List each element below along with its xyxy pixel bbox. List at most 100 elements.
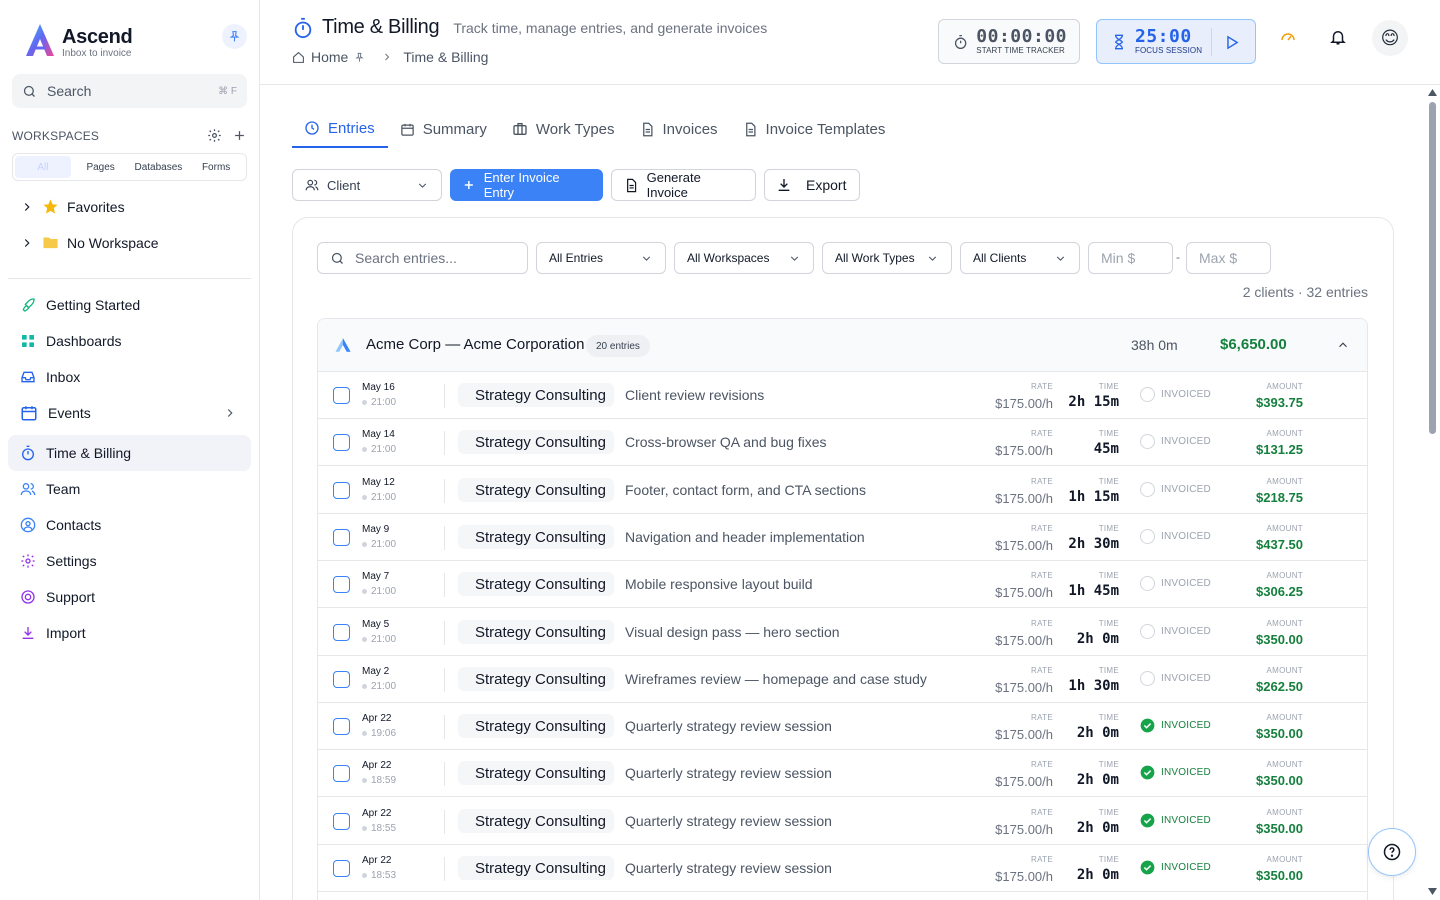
row-checkbox[interactable]: [333, 387, 350, 404]
table-row[interactable]: Apr 22 18:59 Strategy Consulting Quarterly …: [318, 750, 1367, 797]
focus-session-widget[interactable]: 25:00 FOCUS SESSION: [1096, 19, 1256, 64]
tab-invoices[interactable]: Invoices: [628, 110, 731, 148]
work-type-chip[interactable]: Strategy Consulting: [458, 478, 614, 502]
work-type-chip[interactable]: Strategy Consulting: [458, 667, 614, 691]
row-checkbox[interactable]: [333, 529, 350, 546]
table-row[interactable]: May 5 21:00 Strategy Consulting Visual desi…: [318, 609, 1367, 656]
entries-filter-select[interactable]: All Entries: [536, 242, 666, 274]
tab-entries[interactable]: Entries: [292, 110, 388, 148]
table-row[interactable]: May 16 21:00 Strategy Consulting Client rev…: [318, 372, 1367, 419]
nav-item-getting-started[interactable]: Getting Started: [8, 287, 251, 323]
brand[interactable]: Ascend Inbox to invoice: [24, 22, 133, 63]
sidebar-search[interactable]: Search ⌘ F: [12, 74, 247, 108]
min-amount-input[interactable]: Min $: [1088, 242, 1173, 274]
work-type-chip[interactable]: Strategy Consulting: [458, 714, 614, 738]
generate-invoice-button[interactable]: Generate Invoice: [611, 169, 756, 201]
filter-tab-forms[interactable]: Forms: [188, 156, 244, 178]
pin-sidebar-button[interactable]: [222, 24, 247, 49]
tree-item-no-workspace[interactable]: No Workspace: [20, 234, 159, 251]
help-button[interactable]: [1368, 828, 1416, 876]
page-title: Time & Billing: [322, 16, 440, 38]
play-icon[interactable]: [1223, 34, 1240, 51]
invoiced-status[interactable]: INVOICED: [1140, 576, 1211, 591]
row-checkbox[interactable]: [333, 718, 350, 735]
table-row[interactable]: Apr 22 18:53 Strategy Consulting Quarterly …: [318, 845, 1367, 892]
nav-item-import[interactable]: Import: [8, 615, 251, 651]
range-dash: -: [1176, 250, 1180, 264]
filter-tab-all[interactable]: All: [15, 156, 71, 178]
table-row[interactable]: May 7 21:00 Strategy Consulting Mobile resp…: [318, 561, 1367, 608]
invoiced-status[interactable]: INVOICED: [1140, 482, 1211, 497]
invoiced-status[interactable]: INVOICED: [1140, 860, 1211, 875]
filter-tab-pages[interactable]: Pages: [73, 156, 129, 178]
row-checkbox[interactable]: [333, 434, 350, 451]
table-row[interactable]: May 12 21:00 Strategy Consulting Footer, co…: [318, 467, 1367, 514]
work-type-chip[interactable]: Strategy Consulting: [458, 430, 614, 454]
work-type-chip[interactable]: Strategy Consulting: [458, 525, 614, 549]
workspace-settings-button[interactable]: [207, 128, 222, 143]
tab-invoice-templates[interactable]: Invoice Templates: [731, 110, 899, 148]
nav-item-dashboards[interactable]: Dashboards: [8, 323, 251, 359]
invoiced-status[interactable]: INVOICED: [1140, 387, 1211, 402]
nav-item-contacts[interactable]: Contacts: [8, 507, 251, 543]
nav-item-inbox[interactable]: Inbox: [8, 359, 251, 395]
export-button[interactable]: Export: [764, 169, 860, 201]
max-amount-input[interactable]: Max $: [1186, 242, 1271, 274]
table-row[interactable]: Apr 22 19:06 Strategy Consulting Quarterly …: [318, 703, 1367, 750]
gauge-icon[interactable]: [1279, 28, 1297, 46]
tab-work-types[interactable]: Work Types: [500, 110, 628, 148]
search-entries-input[interactable]: Search entries...: [317, 242, 528, 274]
nav-item-settings[interactable]: Settings: [8, 543, 251, 579]
nav-item-team[interactable]: Team: [8, 471, 251, 507]
clients-filter-select[interactable]: All Clients: [960, 242, 1080, 274]
row-checkbox[interactable]: [333, 860, 350, 877]
row-checkbox[interactable]: [333, 576, 350, 593]
work-type-chip[interactable]: Strategy Consulting: [458, 572, 614, 596]
invoiced-status[interactable]: INVOICED: [1140, 718, 1211, 733]
nav-item-time-billing[interactable]: Time & Billing: [8, 435, 251, 471]
table-row[interactable]: May 2 21:00 Strategy Consulting Wireframes …: [318, 656, 1367, 703]
grid-icon: [22, 335, 34, 347]
work-type-chip[interactable]: Strategy Consulting: [458, 383, 614, 407]
table-row[interactable]: May 9 21:00 Strategy Consulting Navigation …: [318, 514, 1367, 561]
bell-icon[interactable]: [1329, 28, 1347, 46]
scroll-up-icon[interactable]: [1428, 89, 1437, 96]
scroll-down-icon[interactable]: [1428, 888, 1437, 895]
nav-item-support[interactable]: Support: [8, 579, 251, 615]
enter-invoice-entry-button[interactable]: Enter Invoice Entry: [450, 169, 603, 201]
avatar[interactable]: 😊: [1372, 20, 1408, 56]
nav-item-events[interactable]: Events: [8, 395, 251, 431]
client-select[interactable]: Client: [292, 169, 442, 201]
start-time-tracker-button[interactable]: 00:00:00 START TIME TRACKER: [938, 19, 1080, 64]
workspaces-filter-select[interactable]: All Workspaces: [674, 242, 814, 274]
row-checkbox[interactable]: [333, 624, 350, 641]
table-row[interactable]: May 14 21:00 Strategy Consulting Cross-brow…: [318, 419, 1367, 466]
tree-item-favorites[interactable]: Favorites: [20, 198, 125, 215]
chevron-up-icon[interactable]: [1336, 338, 1350, 352]
row-checkbox[interactable]: [333, 765, 350, 782]
pin-icon[interactable]: [354, 52, 365, 63]
invoiced-status[interactable]: INVOICED: [1140, 624, 1211, 639]
work-type-chip[interactable]: Strategy Consulting: [458, 856, 614, 880]
tab-summary[interactable]: Summary: [388, 110, 500, 148]
scrollbar-thumb[interactable]: [1429, 102, 1436, 434]
invoiced-status[interactable]: INVOICED: [1140, 671, 1211, 686]
work-type-chip[interactable]: Strategy Consulting: [458, 761, 614, 785]
invoiced-status[interactable]: INVOICED: [1140, 434, 1211, 449]
client-group-header[interactable]: Acme Corp — Acme Corporation 20 entries …: [318, 319, 1367, 372]
work-type-chip[interactable]: Strategy Consulting: [458, 620, 614, 644]
table-row[interactable]: Apr 22 18:55 Strategy Consulting Quarterly …: [318, 798, 1367, 845]
row-checkbox[interactable]: [333, 671, 350, 688]
filter-tab-databases[interactable]: Databases: [131, 156, 187, 178]
chevron-right-icon[interactable]: [223, 406, 237, 420]
breadcrumb-home[interactable]: Home: [311, 49, 348, 65]
work-type-chip[interactable]: Strategy Consulting: [458, 809, 614, 833]
work-types-filter-select[interactable]: All Work Types: [822, 242, 952, 274]
invoiced-status[interactable]: INVOICED: [1140, 529, 1211, 544]
invoiced-status[interactable]: INVOICED: [1140, 765, 1211, 780]
row-checkbox[interactable]: [333, 482, 350, 499]
page-scrollbar[interactable]: [1425, 86, 1440, 900]
row-checkbox[interactable]: [333, 813, 350, 830]
add-workspace-button[interactable]: [232, 128, 247, 143]
invoiced-status[interactable]: INVOICED: [1140, 813, 1211, 828]
